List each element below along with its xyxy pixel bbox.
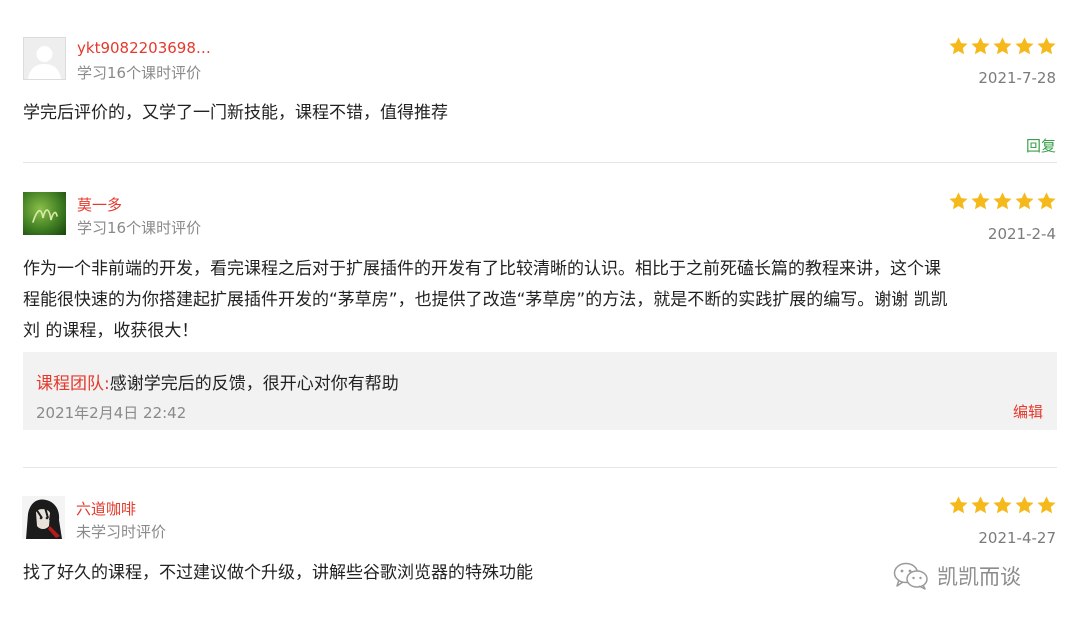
star-icon (993, 496, 1012, 514)
star-icon (993, 192, 1012, 210)
star-icon (949, 496, 968, 514)
avatar[interactable] (22, 496, 65, 539)
divider (23, 467, 1057, 468)
wechat-icon (893, 562, 928, 590)
review-text: 找了好久的课程，不过建议做个升级，讲解些谷歌浏览器的特殊功能 (23, 563, 533, 583)
rating-stars (948, 495, 1057, 516)
rating-stars (948, 191, 1057, 212)
username[interactable]: 六道咖啡 (76, 498, 136, 519)
divider (23, 162, 1057, 163)
team-reply-box: 课程团队:感谢学完后的反馈，很开心对你有帮助 2021年2月4日 22:42 编… (23, 352, 1057, 430)
review-progress: 学习16个课时评价 (77, 219, 202, 237)
team-reply-text: 课程团队:感谢学完后的反馈，很开心对你有帮助 (36, 369, 399, 394)
username[interactable]: 莫一多 (77, 194, 122, 215)
star-icon (1037, 496, 1056, 514)
review-text-line: 作为一个非前端的开发，看完课程之后对于扩展插件的开发有了比较清晰的认识。相比于之… (23, 259, 941, 279)
star-icon (1015, 37, 1034, 55)
star-icon (1015, 192, 1034, 210)
star-icon (971, 496, 990, 514)
review-progress: 学习16个课时评价 (77, 64, 202, 82)
reply-link[interactable]: 回复 (1026, 135, 1056, 156)
username[interactable]: ykt9082203698… (77, 39, 211, 57)
star-icon (993, 37, 1012, 55)
star-icon (1015, 496, 1034, 514)
star-icon (1037, 192, 1056, 210)
avatar[interactable] (23, 37, 66, 80)
star-icon (1037, 37, 1056, 55)
rating-stars (948, 36, 1057, 57)
star-icon (949, 192, 968, 210)
review-date: 2021-2-4 (987, 225, 1056, 243)
avatar[interactable] (23, 192, 66, 235)
review-date: 2021-4-27 (978, 529, 1056, 547)
star-icon (949, 37, 968, 55)
review-text-line: 程能很快速的为你搭建起扩展插件开发的“茅草房”，也提供了改造“茅草房”的方法，就… (23, 290, 948, 310)
review-date: 2021-7-28 (978, 69, 1056, 87)
anime-avatar-icon (22, 496, 65, 539)
team-reply-time: 2021年2月4日 22:42 (36, 404, 187, 422)
team-reply-message: 感谢学完后的反馈，很开心对你有帮助 (109, 374, 399, 394)
watermark-text: 凯凯而谈 (937, 565, 1021, 589)
star-icon (971, 192, 990, 210)
watermark: 凯凯而谈 (893, 561, 1021, 591)
review-progress: 未学习时评价 (76, 523, 167, 541)
star-icon (971, 37, 990, 55)
default-avatar-icon (23, 37, 66, 80)
review-text: 学完后评价的，又学了一门新技能，课程不错，值得推荐 (23, 103, 448, 123)
review-text-line: 刘 的课程，收获很大！ (23, 321, 199, 341)
green-avatar-icon (23, 192, 66, 235)
edit-button[interactable]: 编辑 (1013, 401, 1043, 422)
team-reply-label: 课程团队: (36, 374, 110, 394)
